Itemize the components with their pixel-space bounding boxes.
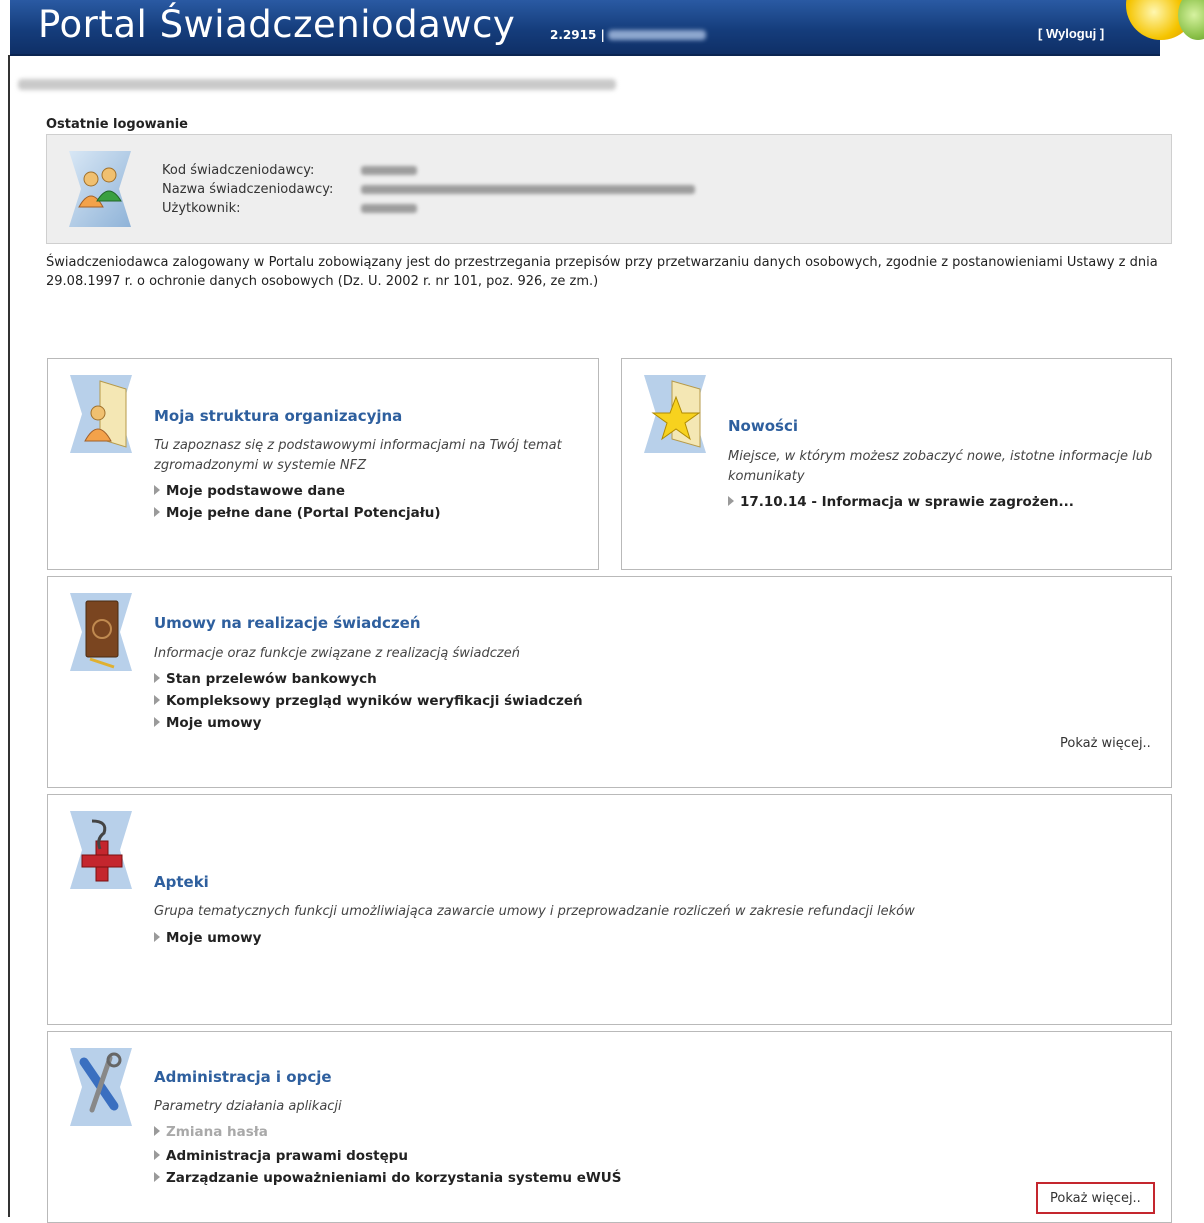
link-ewus-authorizations[interactable]: Zarządzanie upoważnieniami do korzystani… <box>154 1170 621 1186</box>
tools-icon <box>70 1048 132 1126</box>
arrow-right-icon <box>154 932 160 942</box>
panel-structure: Moja struktura organizacyjna Tu zapoznas… <box>47 358 599 570</box>
arrow-right-icon <box>154 1126 160 1136</box>
last-login-box: Kod świadczeniodawcy: Nazwa świadczeniod… <box>46 134 1172 244</box>
portal-title: Portal Świadczeniodawcy <box>38 3 516 46</box>
redacted-name <box>361 185 695 194</box>
user-label: Użytkownik: <box>162 201 241 216</box>
redacted-user <box>608 30 706 40</box>
provider-code-label: Kod świadczeniodawcy: <box>162 163 315 178</box>
panel-admin: Administracja i opcje Parametry działani… <box>47 1031 1172 1223</box>
admin-title[interactable]: Administracja i opcje <box>154 1068 332 1086</box>
version-label: 2.2915 | <box>550 28 605 42</box>
provider-name-label: Nazwa świadczeniodawcy: <box>162 182 334 197</box>
link-my-contracts[interactable]: Moje umowy <box>154 715 261 731</box>
news-title[interactable]: Nowości <box>728 417 798 435</box>
admin-desc: Parametry działania aplikacji <box>154 1099 342 1114</box>
user-folder-icon <box>70 375 132 453</box>
show-more-admin[interactable]: Pokaż więcej.. <box>1036 1182 1155 1214</box>
news-desc: Miejsce, w którym możesz zobaczyć nowe, … <box>728 449 1153 484</box>
last-login-title: Ostatnie logowanie <box>46 117 188 132</box>
link-access-rights[interactable]: Administracja prawami dostępu <box>154 1148 408 1164</box>
pharmacy-cross-icon <box>70 811 132 889</box>
leaf-logo-icon <box>1178 0 1204 40</box>
link-full-data[interactable]: Moje pełne dane (Portal Potencjału) <box>154 505 441 521</box>
link-basic-data[interactable]: Moje podstawowe dane <box>154 483 345 499</box>
link-news-item[interactable]: 17.10.14 - Informacja w sprawie zagrożen… <box>728 494 1074 510</box>
structure-title[interactable]: Moja struktura organizacyjna <box>154 407 402 425</box>
link-change-password: Zmiana hasła <box>154 1124 268 1140</box>
privacy-notice: Świadczeniodawca zalogowany w Portalu zo… <box>46 255 1158 289</box>
contracts-title[interactable]: Umowy na realizacje świadczeń <box>154 614 421 632</box>
structure-desc: Tu zapoznasz się z podstawowymi informac… <box>154 438 562 473</box>
panel-contracts: Umowy na realizacje świadczeń Informacje… <box>47 576 1172 788</box>
link-bank-transfers[interactable]: Stan przelewów bankowych <box>154 671 377 687</box>
arrow-right-icon <box>154 717 160 727</box>
panel-pharmacies: Apteki Grupa tematycznych funkcji umożli… <box>47 794 1172 1025</box>
redacted-user-value <box>361 204 417 213</box>
header-bar: Portal Świadczeniodawcy 2.2915 | [ Wylog… <box>10 0 1160 56</box>
book-icon <box>70 593 132 671</box>
show-more-contracts[interactable]: Pokaż więcej.. <box>1060 736 1151 751</box>
redacted-info-line <box>18 79 616 90</box>
pharmacies-desc: Grupa tematycznych funkcji umożliwiająca… <box>154 904 915 919</box>
arrow-right-icon <box>154 1150 160 1160</box>
pharmacies-title[interactable]: Apteki <box>154 873 209 891</box>
panel-news: Nowości Miejsce, w którym możesz zobaczy… <box>621 358 1172 570</box>
arrow-right-icon <box>154 507 160 517</box>
contracts-desc: Informacje oraz funkcje związane z reali… <box>154 646 520 661</box>
left-border <box>8 55 10 1217</box>
link-verification-review[interactable]: Kompleksowy przegląd wyników weryfikacji… <box>154 693 583 709</box>
arrow-right-icon <box>154 1172 160 1182</box>
arrow-right-icon <box>728 496 734 506</box>
arrow-right-icon <box>154 673 160 683</box>
star-folder-icon <box>644 375 706 453</box>
logout-link[interactable]: [ Wyloguj ] <box>1038 26 1104 41</box>
arrow-right-icon <box>154 485 160 495</box>
link-pharmacy-contracts[interactable]: Moje umowy <box>154 930 261 946</box>
arrow-right-icon <box>154 695 160 705</box>
redacted-code <box>361 166 417 175</box>
users-icon <box>69 151 131 227</box>
